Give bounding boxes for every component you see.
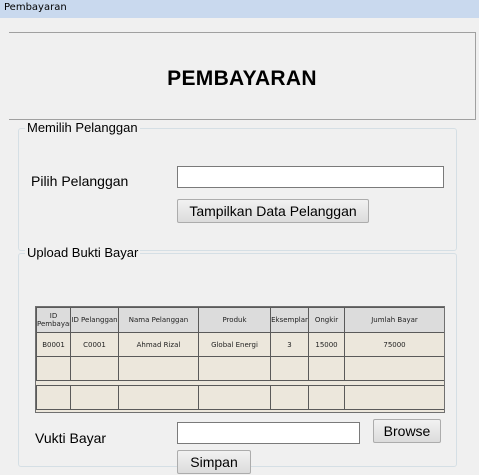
- table-cell[interactable]: [118, 385, 199, 410]
- bukti-bayar-input[interactable]: [177, 422, 360, 444]
- table-cell[interactable]: [36, 385, 71, 410]
- group-legend: Upload Bukti Bayar: [25, 245, 141, 260]
- table-cell[interactable]: [70, 356, 119, 381]
- table-cell[interactable]: [344, 356, 444, 381]
- table-cell[interactable]: [118, 356, 199, 381]
- column-header[interactable]: ID Pelanggan: [70, 307, 119, 333]
- browse-button[interactable]: Browse: [373, 419, 441, 443]
- pembayaran-table[interactable]: ID Pembayaran ID Pelanggan Nama Pelangga…: [35, 306, 445, 413]
- table-row[interactable]: B0001 C0001 Ahmad Rizal Global Energi 3 …: [36, 332, 444, 357]
- table-cell[interactable]: [198, 385, 271, 410]
- table-row-empty[interactable]: [36, 356, 444, 381]
- table-cell[interactable]: C0001: [70, 332, 119, 357]
- table-cell[interactable]: B0001: [36, 332, 71, 357]
- table-cell[interactable]: [308, 356, 345, 381]
- window-titlebar[interactable]: Pembayaran: [0, 0, 479, 18]
- pilih-pelanggan-label: Pilih Pelanggan: [31, 173, 129, 189]
- column-header[interactable]: Produk: [198, 307, 271, 333]
- table-header-row: ID Pembayaran ID Pelanggan Nama Pelangga…: [36, 307, 444, 333]
- bukti-bayar-label: Vukti Bayar: [35, 430, 107, 446]
- header-panel: PEMBAYARAN: [9, 32, 476, 120]
- table-cell[interactable]: [270, 385, 309, 410]
- tampilkan-data-button[interactable]: Tampilkan Data Pelanggan: [177, 199, 369, 223]
- column-header[interactable]: Nama Pelanggan: [118, 307, 199, 333]
- form-window: PEMBAYARAN Memilih Pelanggan Pilih Pelan…: [0, 18, 479, 475]
- column-header[interactable]: ID Pembayaran: [36, 307, 71, 333]
- column-header[interactable]: Ongkir: [308, 307, 345, 333]
- column-header[interactable]: Jumlah Bayar: [344, 307, 444, 333]
- table-cell[interactable]: 3: [270, 332, 309, 357]
- table-row-empty[interactable]: [36, 385, 444, 410]
- group-legend: Memilih Pelanggan: [25, 120, 140, 135]
- memilih-pelanggan-group: Memilih Pelanggan Pilih Pelanggan Tampil…: [18, 120, 457, 251]
- table-cell[interactable]: [36, 356, 71, 381]
- table-cell[interactable]: 15000: [308, 332, 345, 357]
- table-cell[interactable]: Ahmad Rizal: [118, 332, 199, 357]
- table-cell[interactable]: [344, 385, 444, 410]
- table-cell[interactable]: [270, 356, 309, 381]
- simpan-button[interactable]: Simpan: [177, 450, 251, 474]
- table-cell[interactable]: 75000: [344, 332, 444, 357]
- window-title: Pembayaran: [4, 2, 67, 13]
- table-cell[interactable]: Global Energi: [198, 332, 271, 357]
- column-header[interactable]: Eksemplar: [270, 307, 309, 333]
- upload-bukti-group: Upload Bukti Bayar ID Pembayaran ID Pela…: [18, 245, 457, 474]
- table-cell[interactable]: [70, 385, 119, 410]
- page-title: PEMBAYARAN: [167, 67, 317, 90]
- table-cell[interactable]: [198, 356, 271, 381]
- pilih-pelanggan-input[interactable]: [177, 166, 444, 188]
- table-cell[interactable]: [308, 385, 345, 410]
